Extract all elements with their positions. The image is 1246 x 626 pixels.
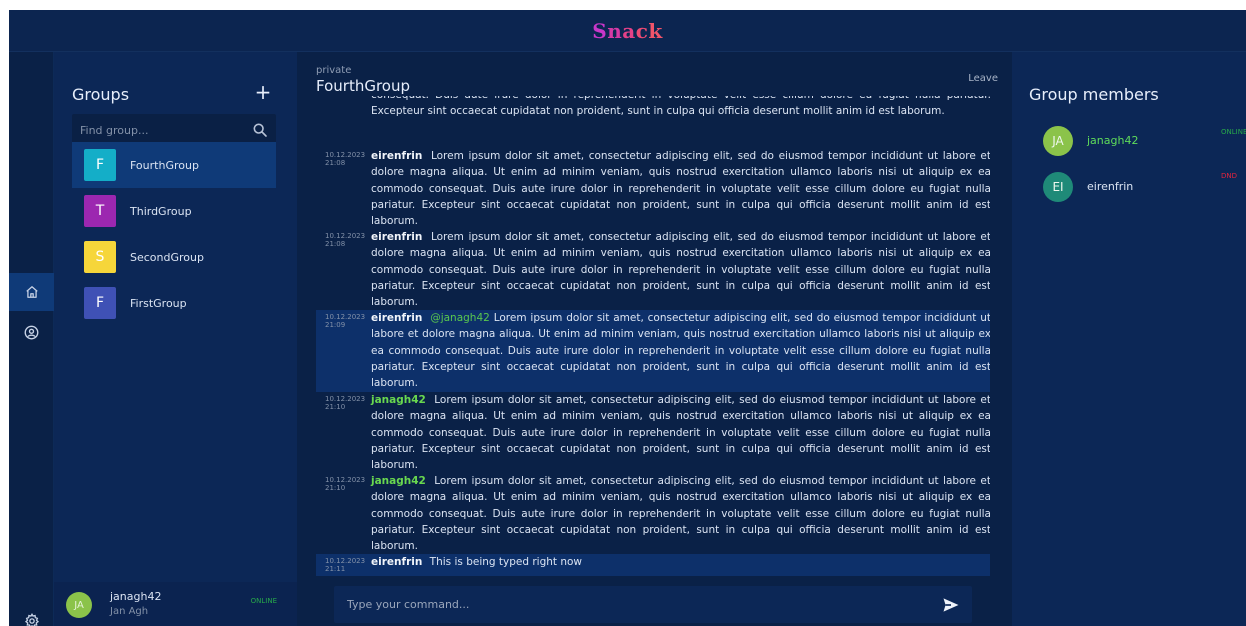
message-item[interactable]: 10.12.2023 21:10 janagh42 Lorem ipsum dolo… [316, 392, 990, 473]
chat-panel: private FourthGroup Leave consequat. Dui… [297, 52, 1012, 626]
message-body: eirenfrin Lorem ipsum dolor sit amet, co… [371, 229, 990, 310]
message-timestamp: 10.12.2023 21:10 [325, 395, 371, 411]
current-user-name: janagh42 [110, 590, 162, 603]
message-item[interactable]: consequat. Duis aute irure dolor in repr… [316, 96, 990, 128]
logo-letter: c [635, 19, 649, 43]
message-date: 10.12.2023 [325, 557, 366, 565]
group-avatar: T [84, 195, 116, 227]
message-author[interactable]: janagh42 [371, 394, 426, 406]
message-author[interactable]: eirenfrin [371, 312, 422, 324]
gear-icon [24, 613, 39, 626]
search-icon[interactable] [252, 122, 268, 138]
add-group-button[interactable]: + [253, 82, 273, 102]
message-timestamp: 10.12.2023 21:11 [325, 557, 371, 573]
current-user-card[interactable]: JA janagh42 Jan Agh ONLINE [54, 582, 297, 626]
members-title: Group members [1029, 85, 1159, 104]
message-item[interactable]: 10.12.2023 21:10 janagh42 Lorem ipsum dolo… [316, 473, 990, 554]
chat-visibility-label: private [316, 65, 352, 76]
member-name: janagh42 [1087, 134, 1139, 147]
message-text: This is being typed right now [429, 556, 583, 568]
group-name: SecondGroup [130, 250, 204, 264]
message-item[interactable]: 10.12.2023 21:11 eirenfrin This is being t… [316, 554, 990, 576]
message-time: 21:11 [325, 565, 346, 573]
icon-rail [9, 52, 54, 626]
profile-button[interactable] [9, 313, 54, 351]
message-author[interactable]: eirenfrin [371, 556, 422, 568]
message-timestamp: 10.12.2023 21:09 [325, 313, 371, 329]
member-eirenfrin[interactable]: EI eirenfrin DND [1043, 172, 1246, 204]
composer [334, 586, 972, 623]
message-text: Lorem ipsum dolor sit amet, consectetur … [371, 231, 990, 309]
group-avatar: F [84, 149, 116, 181]
leave-button[interactable]: Leave [968, 73, 998, 84]
message-date: 10.12.2023 [325, 476, 366, 484]
avatar: JA [1043, 126, 1073, 156]
message-time: 21:10 [325, 484, 346, 492]
message-time: 21:08 [325, 240, 346, 248]
message-body: consequat. Duis aute irure dolor in repr… [371, 96, 990, 120]
members-panel: Group members JA janagh42 ONLINE EI eire… [1012, 52, 1246, 626]
status-badge: ONLINE [1221, 128, 1246, 136]
message-item[interactable]: 10.12.2023 21:08 eirenfrin Lorem ipsum dol… [316, 148, 990, 229]
message-date: 10.12.2023 [325, 151, 366, 159]
logo-letter: n [607, 19, 623, 43]
message-time: 21:08 [325, 159, 346, 167]
message-date: 10.12.2023 [325, 395, 366, 403]
logo-letter: a [622, 19, 636, 43]
message-time: 21:10 [325, 403, 346, 411]
message-author[interactable]: eirenfrin [371, 231, 422, 243]
logo-letter: k [648, 19, 663, 43]
message-author[interactable]: eirenfrin [371, 150, 422, 162]
message-text: Lorem ipsum dolor sit amet, consectetur … [371, 394, 990, 472]
message-time: 21:09 [325, 321, 346, 329]
message-body: eirenfrin @janagh42 Lorem ipsum dolor si… [371, 310, 990, 391]
message-mention[interactable]: @janagh42 [430, 312, 490, 324]
message-body: eirenfrin This is being typed right now [371, 554, 990, 570]
message-timestamp: 10.12.2023 21:10 [325, 476, 371, 492]
message-author[interactable]: janagh42 [371, 475, 426, 487]
group-avatar: F [84, 287, 116, 319]
avatar: JA [66, 592, 92, 618]
status-badge: DND [1221, 172, 1238, 180]
message-item[interactable]: 10.12.2023 21:09 eirenfrin @janagh42 Lorem… [316, 310, 990, 392]
message-item[interactable]: 10.12.2023 21:08 eirenfrin Lorem ipsum dol… [316, 229, 990, 310]
logo-letter: S [592, 19, 608, 43]
message-date: 10.12.2023 [325, 232, 366, 240]
group-name: FirstGroup [130, 296, 187, 310]
member-janagh42[interactable]: JA janagh42 ONLINE [1043, 126, 1246, 158]
send-icon[interactable] [941, 595, 961, 615]
message-body: janagh42 Lorem ipsum dolor sit amet, con… [371, 473, 990, 554]
message-date: 10.12.2023 [325, 313, 366, 321]
app-logo: Snack [9, 19, 1246, 43]
groups-title: Groups [72, 85, 130, 104]
group-item-secondgroup[interactable]: S SecondGroup [72, 234, 276, 280]
message-timestamp: 10.12.2023 21:08 [325, 232, 371, 248]
message-body: janagh42 Lorem ipsum dolor sit amet, con… [371, 392, 990, 473]
message-body: eirenfrin Lorem ipsum dolor sit amet, co… [371, 148, 990, 229]
status-badge: ONLINE [250, 597, 277, 605]
group-name: FourthGroup [130, 158, 199, 172]
top-bar: Snack [9, 10, 1246, 52]
message-text: Lorem ipsum dolor sit amet, consectetur … [371, 475, 990, 553]
message-timestamp: 10.12.2023 21:08 [325, 151, 371, 167]
group-avatar: S [84, 241, 116, 273]
home-icon [25, 286, 38, 298]
message-text: Lorem ipsum dolor sit amet, consectetur … [371, 150, 990, 228]
message-list[interactable]: consequat. Duis aute irure dolor in repr… [316, 96, 990, 576]
user-circle-icon [24, 325, 39, 339]
avatar: EI [1043, 172, 1073, 202]
groups-panel: Groups + F FourthGroup T ThirdGroup S Se… [54, 52, 297, 626]
group-item-fourthgroup[interactable]: F FourthGroup [72, 142, 276, 188]
settings-button[interactable] [9, 602, 54, 626]
group-name: ThirdGroup [130, 204, 192, 218]
member-name: eirenfrin [1087, 180, 1134, 193]
group-item-firstgroup[interactable]: F FirstGroup [72, 280, 276, 326]
group-item-thirdgroup[interactable]: T ThirdGroup [72, 188, 276, 234]
home-button[interactable] [9, 273, 54, 311]
message-input[interactable] [334, 586, 924, 623]
message-text: consequat. Duis aute irure dolor in repr… [371, 96, 990, 118]
current-user-full-name: Jan Agh [110, 606, 149, 617]
app-window: Snack Groups + F FourthGroup T ThirdGrou… [9, 10, 1246, 626]
chat-title: FourthGroup [316, 77, 410, 95]
